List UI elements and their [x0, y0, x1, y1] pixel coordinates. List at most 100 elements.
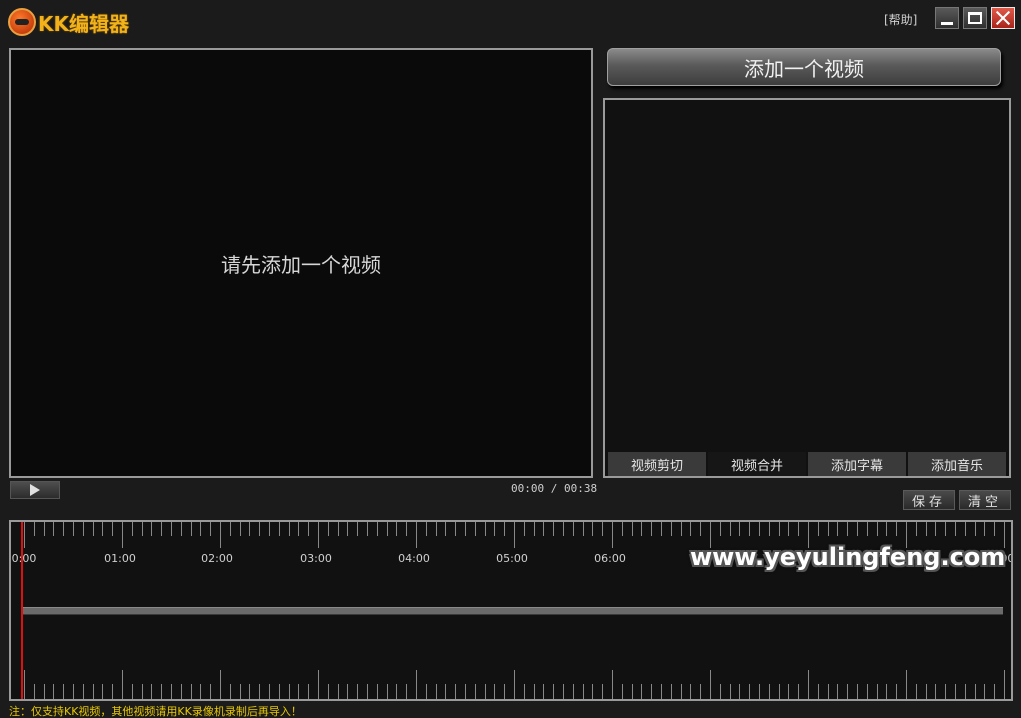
ruler-tick [387, 684, 388, 699]
ruler-tick [798, 522, 799, 536]
clear-button[interactable]: 清空 [959, 490, 1011, 510]
ruler-tick [788, 522, 789, 536]
ruler-tick [122, 670, 123, 699]
ruler-tick [357, 522, 358, 536]
timeline-label: 03:00 [300, 552, 332, 565]
maximize-button[interactable] [963, 7, 987, 29]
ruler-tick [690, 522, 691, 536]
ruler-tick [955, 522, 956, 536]
ruler-tick [906, 670, 907, 699]
ruler-tick [210, 684, 211, 699]
ruler-tick [289, 522, 290, 536]
ruler-tick [896, 522, 897, 536]
ruler-tick [583, 522, 584, 536]
time-current: 00:00 [511, 482, 545, 495]
ruler-tick [534, 684, 535, 699]
ruler-tick [984, 522, 985, 536]
ruler-tick [112, 522, 113, 536]
tab-video-cut[interactable]: 视频剪切 [608, 452, 706, 476]
ruler-tick [24, 670, 25, 699]
playhead[interactable] [21, 522, 23, 699]
ruler-tick [53, 522, 54, 536]
ruler-tick [818, 684, 819, 699]
ruler-tick [367, 684, 368, 699]
timeline-label: 0:00 [11, 552, 37, 565]
ruler-tick [93, 522, 94, 536]
ruler-tick [671, 684, 672, 699]
ruler-tick [132, 522, 133, 536]
minimize-button[interactable] [935, 7, 959, 29]
ruler-tick [240, 684, 241, 699]
ruler-tick [44, 684, 45, 699]
ruler-tick [142, 684, 143, 699]
tab-add-music[interactable]: 添加音乐 [908, 452, 1006, 476]
ruler-tick [53, 684, 54, 699]
ruler-tick [632, 684, 633, 699]
ruler-tick [445, 684, 446, 699]
ruler-tick [367, 522, 368, 536]
ruler-tick [720, 684, 721, 699]
tab-video-merge[interactable]: 视频合并 [708, 452, 806, 476]
ruler-tick [494, 684, 495, 699]
play-button[interactable] [10, 481, 60, 499]
ruler-tick [406, 522, 407, 536]
ruler-tick [632, 522, 633, 536]
help-link[interactable]: [帮助] [884, 11, 917, 28]
tool-tabs: 视频剪切 视频合并 添加字幕 添加音乐 [603, 450, 1011, 478]
ruler-tick [171, 522, 172, 536]
add-video-button[interactable]: 添加一个视频 [607, 48, 1001, 86]
ruler-tick [984, 684, 985, 699]
ruler-tick [230, 684, 231, 699]
ruler-tick [710, 670, 711, 699]
ruler-tick [739, 684, 740, 699]
close-button[interactable] [991, 7, 1015, 29]
ruler-tick [926, 522, 927, 536]
ruler-tick [151, 522, 152, 536]
close-icon [995, 10, 1011, 26]
timeline-label: 06:00 [594, 552, 626, 565]
ruler-tick [318, 670, 319, 699]
timeline-label: 05:00 [496, 552, 528, 565]
ruler-tick [396, 684, 397, 699]
ruler-tick [230, 522, 231, 536]
ruler-tick [436, 684, 437, 699]
ruler-tick [44, 522, 45, 536]
ruler-tick [249, 522, 250, 536]
ruler-tick [818, 522, 819, 536]
ruler-tick [63, 522, 64, 536]
ruler-tick [759, 684, 760, 699]
ruler-tick [387, 522, 388, 536]
ruler-tick [416, 522, 417, 548]
video-list[interactable] [603, 98, 1011, 478]
save-button[interactable]: 保存 [903, 490, 955, 510]
ruler-tick [916, 522, 917, 536]
ruler-tick [396, 522, 397, 536]
tab-add-subtitle[interactable]: 添加字幕 [808, 452, 906, 476]
ruler-tick [739, 522, 740, 536]
timeline-track[interactable] [23, 607, 1003, 615]
ruler-tick [200, 522, 201, 536]
ruler-tick [573, 684, 574, 699]
ruler-tick [249, 684, 250, 699]
ruler-tick [543, 522, 544, 536]
ruler-tick [837, 522, 838, 536]
ruler-tick [524, 522, 525, 536]
maximize-icon [968, 12, 982, 24]
ruler-tick [298, 684, 299, 699]
ruler-tick [416, 670, 417, 699]
ruler-tick [965, 684, 966, 699]
ruler-tick [338, 684, 339, 699]
ruler-tick [220, 670, 221, 699]
ruler-tick [730, 684, 731, 699]
ruler-tick [151, 684, 152, 699]
ruler-tick [455, 684, 456, 699]
ruler-tick [651, 522, 652, 536]
ruler-tick [269, 684, 270, 699]
ruler-tick [553, 684, 554, 699]
ruler-tick [837, 684, 838, 699]
ruler-tick [171, 684, 172, 699]
ruler-tick [543, 684, 544, 699]
ruler-tick [357, 684, 358, 699]
ruler-tick [857, 684, 858, 699]
ruler-tick [83, 522, 84, 536]
